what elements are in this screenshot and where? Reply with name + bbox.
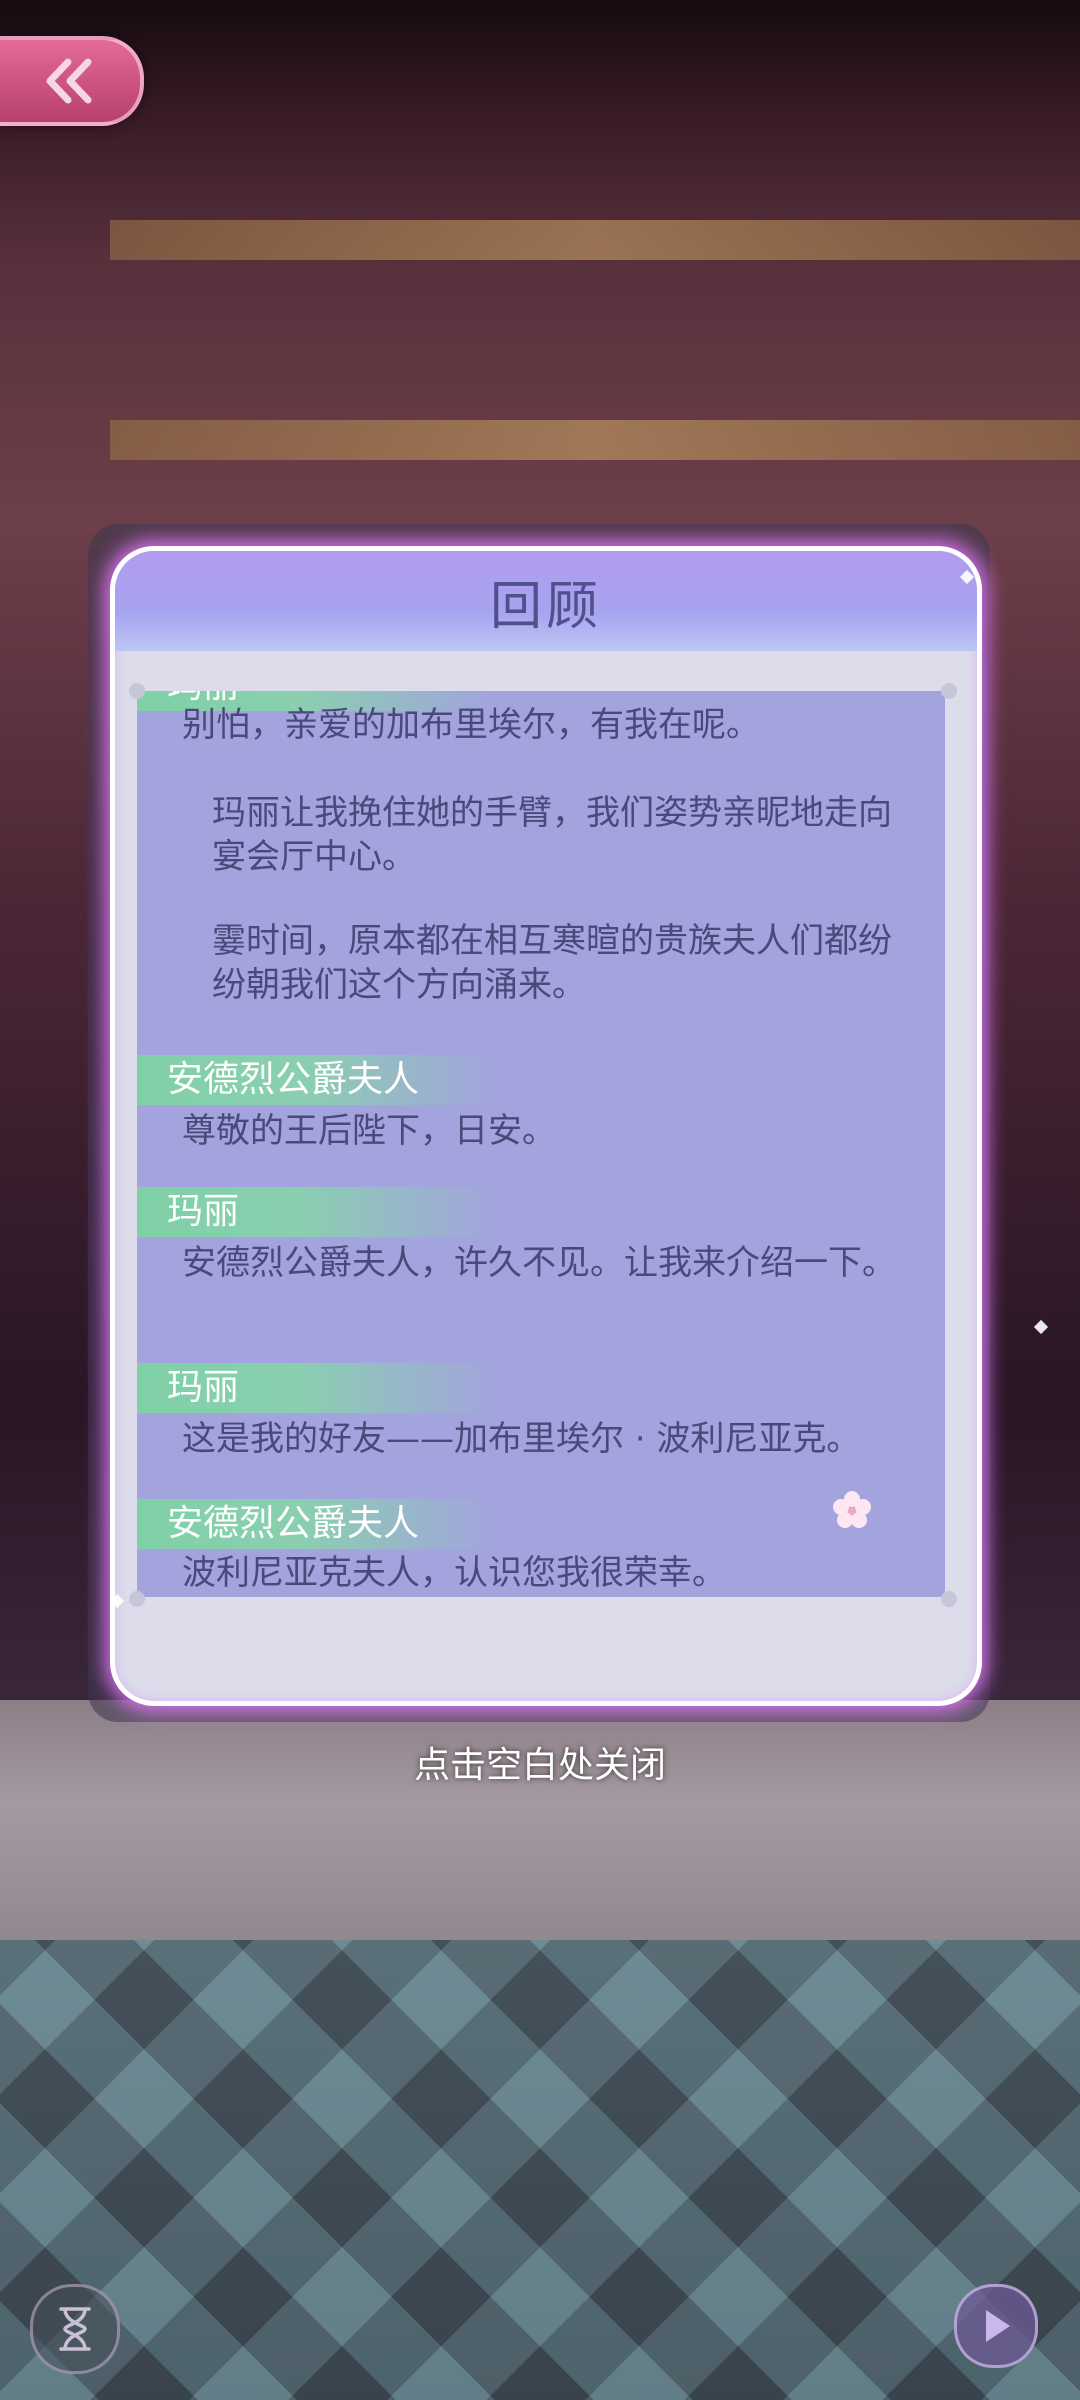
next-button[interactable] [954,2284,1038,2368]
corner-ornament [941,683,957,699]
corner-ornament [129,683,145,699]
hourglass-icon [59,2307,91,2351]
close-hint-text: 点击空白处关闭 [413,1745,666,1786]
narration-text: 玛丽让我挽住她的手臂，我们姿势亲昵地走向宴会厅中心。 [212,793,892,877]
narration-text: 霎时间，原本都在相互寒暄的贵族夫人们都纷纷朝我们这个方向涌来。 [212,921,892,1005]
speaker-tag: 玛丽 [137,1187,497,1237]
background-molding [110,220,1080,260]
dialogue-line: 这是我的好友——加布里埃尔 · 波利尼亚克。 [182,1419,861,1459]
dialogue-line: 安德烈公爵夫人，许久不见。让我来介绍一下。 [182,1243,896,1283]
double-chevron-left-icon [46,58,92,104]
dialogue-line: 尊敬的王后陛下，日安。 [182,1111,556,1151]
corner-ornament [941,1591,957,1607]
corner-ornament [129,1591,145,1607]
dialogue-line: 别怕，亲爱的加布里埃尔，有我在呢。 [182,705,760,745]
review-dialog: 回顾 玛丽 别怕，亲爱的加布里埃尔，有我在呢。 玛丽让我挽住她的手臂，我们姿势亲… [110,546,982,1706]
background-molding [110,420,1080,460]
background-floor [0,1940,1080,2400]
flower-icon [833,1491,871,1528]
auto-play-button[interactable] [30,2284,120,2374]
dialogue-line: 波利尼亚克夫人，认识您我很荣幸。 [182,1553,726,1593]
dialog-log-scroll[interactable]: 玛丽 别怕，亲爱的加布里埃尔，有我在呢。 玛丽让我挽住她的手臂，我们姿势亲昵地走… [137,691,945,1597]
dialog-title: 回顾 [489,576,602,637]
dialog-header: 回顾 [115,551,977,651]
back-button[interactable] [0,36,144,126]
speaker-tag: 安德烈公爵夫人 [137,1499,497,1549]
speaker-tag: 玛丽 [137,1363,497,1413]
speaker-tag: 安德烈公爵夫人 [137,1055,497,1105]
play-icon [986,2310,1010,2342]
